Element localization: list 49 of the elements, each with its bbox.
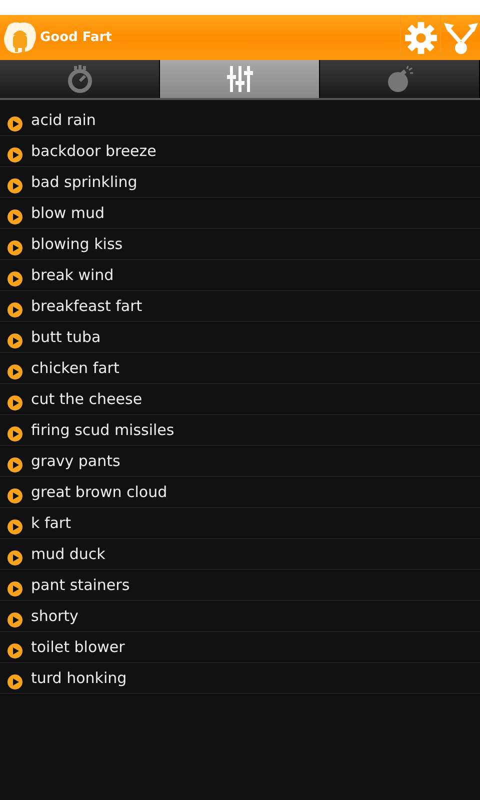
sound-item[interactable]: blow mud <box>0 198 480 229</box>
share-button[interactable] <box>440 15 480 60</box>
equalizer-icon <box>226 65 252 93</box>
play-icon <box>7 643 23 659</box>
sound-item[interactable]: k fart <box>0 508 480 539</box>
play-icon <box>7 209 23 225</box>
play-icon <box>7 395 23 411</box>
play-icon <box>7 581 23 597</box>
play-icon <box>7 550 23 566</box>
sound-item[interactable]: cut the cheese <box>0 384 480 415</box>
sound-item[interactable]: acid rain <box>0 105 480 136</box>
play-icon <box>7 457 23 473</box>
sound-item[interactable]: butt tuba <box>0 322 480 353</box>
app-title: Good Fart <box>40 30 112 45</box>
play-icon <box>7 240 23 256</box>
sound-item[interactable]: pant stainers <box>0 570 480 601</box>
play-icon <box>7 426 23 442</box>
sound-item[interactable]: gravy pants <box>0 446 480 477</box>
sound-item[interactable]: chicken fart <box>0 353 480 384</box>
play-icon <box>7 302 23 318</box>
tab[interactable] <box>160 60 320 98</box>
tab[interactable] <box>320 60 480 98</box>
play-icon <box>7 364 23 380</box>
settings-icon <box>404 20 438 54</box>
sound-item[interactable]: bad sprinkling <box>0 167 480 198</box>
sound-item[interactable]: blowing kiss <box>0 229 480 260</box>
play-icon <box>7 333 23 349</box>
play-icon <box>7 519 23 535</box>
play-icon <box>7 612 23 628</box>
sound-item[interactable]: breakfeast fart <box>0 291 480 322</box>
play-icon <box>7 116 23 132</box>
bomb-icon <box>386 65 414 93</box>
play-icon <box>7 674 23 690</box>
sound-item[interactable]: toilet blower <box>0 632 480 663</box>
sound-item[interactable]: break wind <box>0 260 480 291</box>
play-icon <box>7 271 23 287</box>
play-icon <box>7 488 23 504</box>
tab[interactable] <box>0 60 160 98</box>
sound-item[interactable]: mud duck <box>0 539 480 570</box>
sound-item[interactable]: great brown cloud <box>0 477 480 508</box>
sound-item[interactable]: shorty <box>0 601 480 632</box>
play-icon <box>7 147 23 163</box>
sound-item[interactable]: backdoor breeze <box>0 136 480 167</box>
play-icon <box>7 178 23 194</box>
stopwatch-icon <box>66 65 94 93</box>
sound-item[interactable]: turd honking <box>0 663 480 694</box>
sound-item[interactable]: firing scud missiles <box>0 415 480 446</box>
app-logo-icon <box>2 20 38 56</box>
settings-button[interactable] <box>400 15 440 60</box>
